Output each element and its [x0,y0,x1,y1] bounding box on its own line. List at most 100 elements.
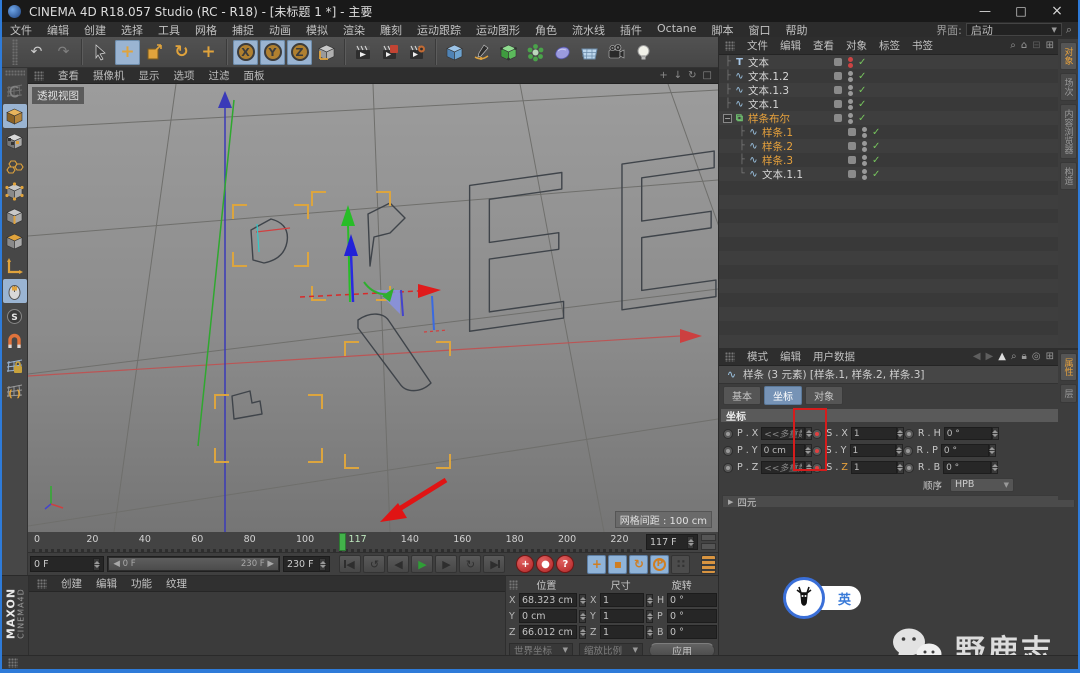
coordinate-stepper[interactable] [579,593,586,607]
last-tool-icon[interactable]: + [196,40,221,65]
add-cube-icon[interactable] [442,40,467,65]
timeline-mini-buttons[interactable] [701,534,716,550]
object-name[interactable]: 文本 [748,55,826,70]
parameter-toggle[interactable]: P [650,554,670,574]
object-row[interactable]: ├ T 文本 ✓ [719,55,1078,69]
object-row[interactable]: ├ ∿ 样条.1 ✓ [719,125,1078,139]
object-name[interactable]: 文本.1.3 [748,83,826,98]
coordinate-value-field[interactable]: 68.323 cm [519,593,577,607]
coordinate-stepper[interactable] [646,625,653,639]
record-keyframe-button[interactable]: + [516,555,535,573]
expand-toggle-icon[interactable]: − [723,113,732,123]
play-button[interactable]: ▶ [411,555,434,573]
attribute-menu-item-0[interactable]: 模式 [747,349,768,364]
plus-box-icon[interactable]: ⊞ [1046,351,1054,362]
workplane-mode-icon[interactable] [3,154,27,178]
lock-icon[interactable]: 🔒︎ [1022,351,1027,362]
object-row[interactable]: └ ∿ 文本.1.1 ✓ [719,167,1078,181]
enabled-check-icon[interactable]: ✓ [858,99,866,110]
menu-item-1[interactable]: 编辑 [47,22,69,38]
menu-item-3[interactable]: 选择 [121,22,143,38]
menu-item-17[interactable]: 脚本 [712,22,734,38]
edges-mode-icon[interactable] [3,204,27,228]
visibility-dots-icon[interactable] [862,140,867,152]
coordinate-stepper[interactable] [579,609,586,623]
position-radio[interactable] [723,445,733,456]
material-menu-item-1[interactable]: 编辑 [96,576,117,591]
enabled-check-icon[interactable]: ✓ [858,71,866,82]
minimize-button[interactable]: — [970,2,1000,20]
autokey-button[interactable]: ● [536,555,555,573]
rotation-toggle[interactable]: ↻ [629,554,649,574]
current-frame-field[interactable]: 117 F [646,534,698,550]
layer-chip-icon[interactable] [848,156,856,164]
enabled-check-icon[interactable]: ✓ [872,169,880,180]
coordinate-value-field[interactable]: 0 ° [667,625,717,639]
axis-gizmo[interactable] [255,205,449,333]
camera-icon[interactable] [604,40,629,65]
viewport-menu-grip[interactable] [34,70,44,81]
enabled-check-icon[interactable]: ✓ [858,85,866,96]
keyframe-selection-button[interactable]: ? [556,555,575,573]
material-menu-grip[interactable] [37,578,47,589]
floor-icon[interactable] [577,40,602,65]
render-view-icon[interactable] [351,40,376,65]
enabled-check-icon[interactable]: ✓ [858,57,866,68]
live-selection-icon[interactable] [88,40,113,65]
menu-item-12[interactable]: 运动图形 [476,22,520,38]
layer-chip-icon[interactable] [834,114,842,122]
range-end-stepper[interactable] [319,557,327,571]
goto-start-button[interactable]: ◀ [339,555,362,573]
mode-toolbar-grip[interactable] [4,70,25,76]
attr-side-tab-1[interactable]: 层 [1059,384,1077,403]
object-row[interactable]: ├ ∿ 样条.3 ✓ [719,153,1078,167]
prev-key-button[interactable]: ↺ [363,555,386,573]
model-mode-icon[interactable] [2,104,27,128]
coordinate-grip[interactable] [509,579,519,590]
visibility-dots-icon[interactable] [848,70,853,82]
object-menu-item-3[interactable]: 对象 [846,38,867,53]
coordinate-value-field[interactable]: 0 ° [667,609,717,623]
material-menu-item-0[interactable]: 创建 [61,576,82,591]
object-row[interactable]: ├ ∿ 文本.1.2 ✓ [719,69,1078,83]
attribute-manager-grip[interactable] [725,351,735,362]
coordinate-value-field[interactable]: 0 cm [519,609,577,623]
object-menu-item-5[interactable]: 书签 [912,38,933,53]
toolbar-grip[interactable] [12,39,18,65]
visibility-dots-icon[interactable] [848,84,853,96]
object-menu-item-0[interactable]: 文件 [747,38,768,53]
side-tab-2[interactable]: 内容浏览器 [1059,104,1077,159]
object-menu-item-4[interactable]: 标签 [879,38,900,53]
deformer-icon[interactable] [550,40,575,65]
coordinate-value-field[interactable]: 66.012 cm [519,625,577,639]
nav-forward-icon[interactable]: ▶ [986,351,994,362]
menu-item-4[interactable]: 工具 [158,22,180,38]
object-name[interactable]: 文本.1.1 [762,167,840,182]
menu-item-13[interactable]: 角色 [535,22,557,38]
position-radio[interactable] [723,462,733,473]
visibility-dots-icon[interactable] [862,168,867,180]
menu-item-5[interactable]: 网格 [195,22,217,38]
object-row[interactable]: ├ ∿ 文本.1 ✓ [719,97,1078,111]
rotation-field-stepper[interactable] [991,461,999,474]
menu-item-7[interactable]: 动画 [269,22,291,38]
attribute-menu-item-2[interactable]: 用户数据 [813,349,855,364]
next-frame-button[interactable]: ▶ [435,555,458,573]
viewport-menu-item-5[interactable]: 面板 [244,68,265,83]
attribute-menu-item-1[interactable]: 编辑 [780,349,801,364]
object-name[interactable]: 样条.2 [762,139,840,154]
enable-axis-icon[interactable] [3,254,27,278]
coordinates-section-header[interactable]: 坐标 [721,409,1076,423]
enabled-check-icon[interactable]: ✓ [872,141,880,152]
points-mode-icon[interactable] [3,179,27,203]
menu-item-6[interactable]: 捕捉 [232,22,254,38]
rotation-radio[interactable] [902,445,913,456]
target-icon[interactable]: ◎ [1032,351,1041,362]
menu-item-18[interactable]: 窗口 [749,22,771,38]
plus-box-icon[interactable]: ⊞ [1046,40,1054,51]
layer-chip-icon[interactable] [848,170,856,178]
coordinate-value-field[interactable]: 0 ° [667,593,717,607]
coordinate-value-field[interactable]: 1 [600,593,644,607]
layer-chip-icon[interactable] [834,86,842,94]
coordinate-stepper[interactable] [646,593,653,607]
